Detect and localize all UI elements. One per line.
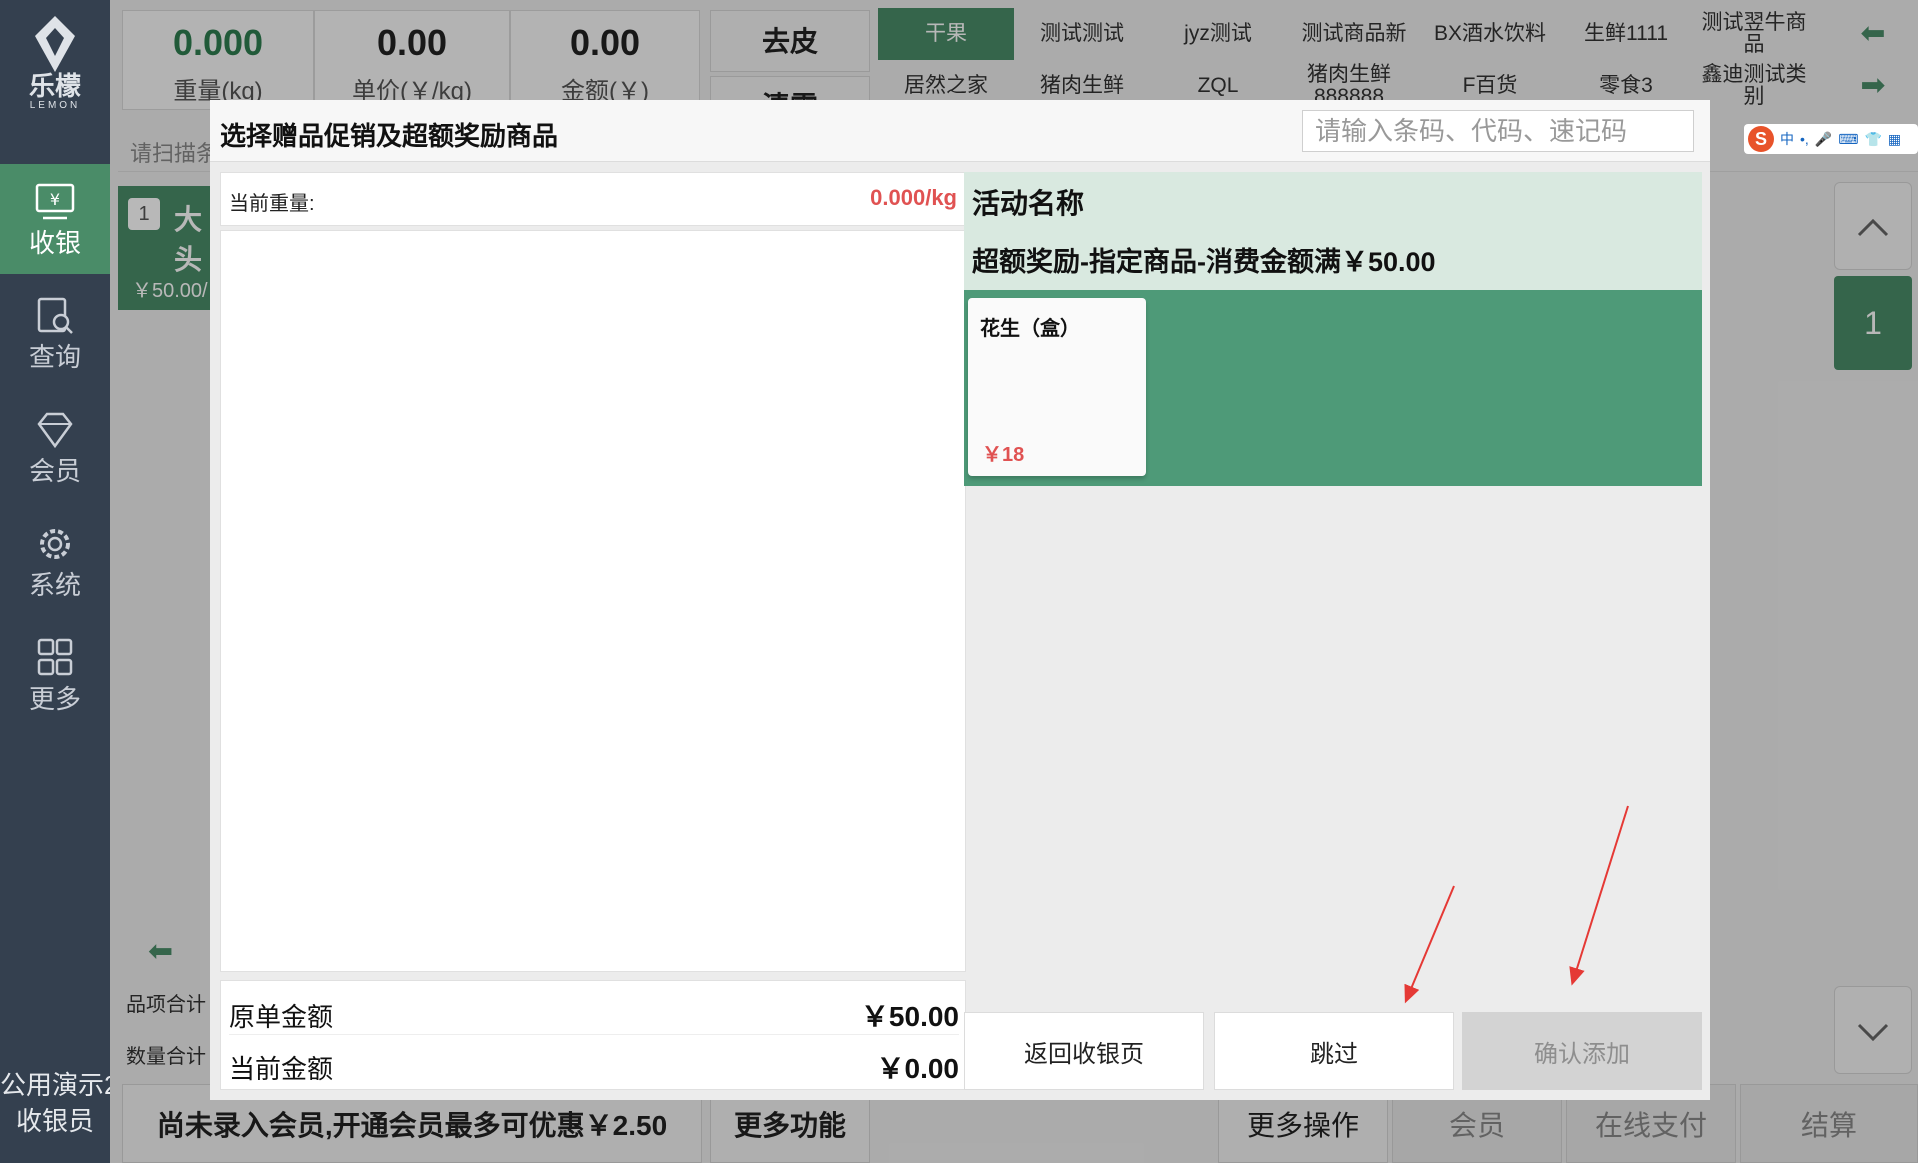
gift-promotion-dialog: 选择赠品促销及超额奖励商品 当前重量: 0.000/kg 原单金额 ￥50.00… [210,100,1710,1100]
logo-subtext: LEMON [29,100,81,111]
amount-summary: 原单金额 ￥50.00 当前金额 ￥0.00 [220,980,966,1090]
return-cashier-button[interactable]: 返回收银页 [964,1012,1204,1090]
promotion-products: 花生（盒） ￥18 [964,290,1702,486]
gift-product-price: ￥18 [982,444,1025,466]
nav-more-label: 更多 [28,684,81,714]
grid-icon [37,638,73,676]
promotion-header-title: 活动名称 [972,188,1085,219]
current-weight-row: 当前重量: 0.000/kg [220,172,966,226]
ime-mode: 中 [1780,131,1794,147]
microphone-icon: 🎤 [1814,130,1833,147]
nav-system-label: 系统 [28,570,81,600]
current-amount-label: 当前金额 [229,1054,334,1084]
promotion-name: 超额奖励-指定商品-消费金额满￥50.00 [972,247,1436,277]
query-icon [37,297,73,334]
current-weight-value: 0.000/kg [870,185,957,210]
user-role: 收银员 [15,1106,94,1136]
selected-gift-list[interactable] [220,230,966,972]
member-icon [37,412,73,449]
dialog-header: 选择赠品促销及超额奖励商品 [210,100,1710,162]
nav-cashier[interactable]: ¥ 收银 [0,164,110,274]
skip-button[interactable]: 跳过 [1214,1012,1454,1090]
confirm-add-button[interactable]: 确认添加 [1462,1012,1702,1090]
svg-text:¥: ¥ [50,190,60,209]
logo-text: 乐檬 [28,71,81,101]
nav-system[interactable]: 系统 [0,506,110,616]
skin-icon: 👕 [1864,130,1882,147]
dialog-title: 选择赠品促销及超额奖励商品 [220,121,559,151]
lemon-logo-icon [35,16,75,72]
gear-icon [40,529,70,559]
toolbox-icon: ▦ [1887,130,1902,147]
sidebar: 乐檬 LEMON ¥ 收银 查询 会员 系统 更多 公用演示2 收银员 [0,0,110,1163]
nav-query-label: 查询 [28,342,81,372]
nav-cashier-label: 收银 [28,228,81,258]
current-weight-label: 当前重量: [229,193,315,215]
original-amount-row: 原单金额 ￥50.00 [229,985,959,1035]
original-amount-label: 原单金额 [229,1002,334,1032]
barcode-search-input[interactable] [1302,110,1694,152]
keyboard-icon: ⌨ [1838,130,1859,147]
current-amount-row: 当前金额 ￥0.00 [229,1037,959,1087]
gift-product-name: 花生（盒） [980,318,1080,340]
current-amount-value: ￥0.00 [876,1053,960,1084]
sogou-ime-icon: S [1748,126,1774,152]
nav-query[interactable]: 查询 [0,278,110,388]
brand-logo: 乐檬 LEMON [0,14,110,112]
original-amount-value: ￥50.00 [860,1001,959,1032]
punctuation-icon: •, [1800,131,1809,147]
nav-member-label: 会员 [28,456,81,486]
nav-more[interactable]: 更多 [0,620,110,730]
promotion-header: 活动名称 超额奖励-指定商品-消费金额满￥50.00 [964,172,1702,290]
nav-member[interactable]: 会员 [0,392,110,502]
gift-product-card[interactable]: 花生（盒） ￥18 [968,298,1146,476]
cashier-icon: ¥ [35,183,75,220]
ime-toolbar[interactable]: S 中 •, 🎤 ⌨ 👕 ▦ [1744,124,1918,154]
store-name: 公用演示2 [0,1070,110,1100]
